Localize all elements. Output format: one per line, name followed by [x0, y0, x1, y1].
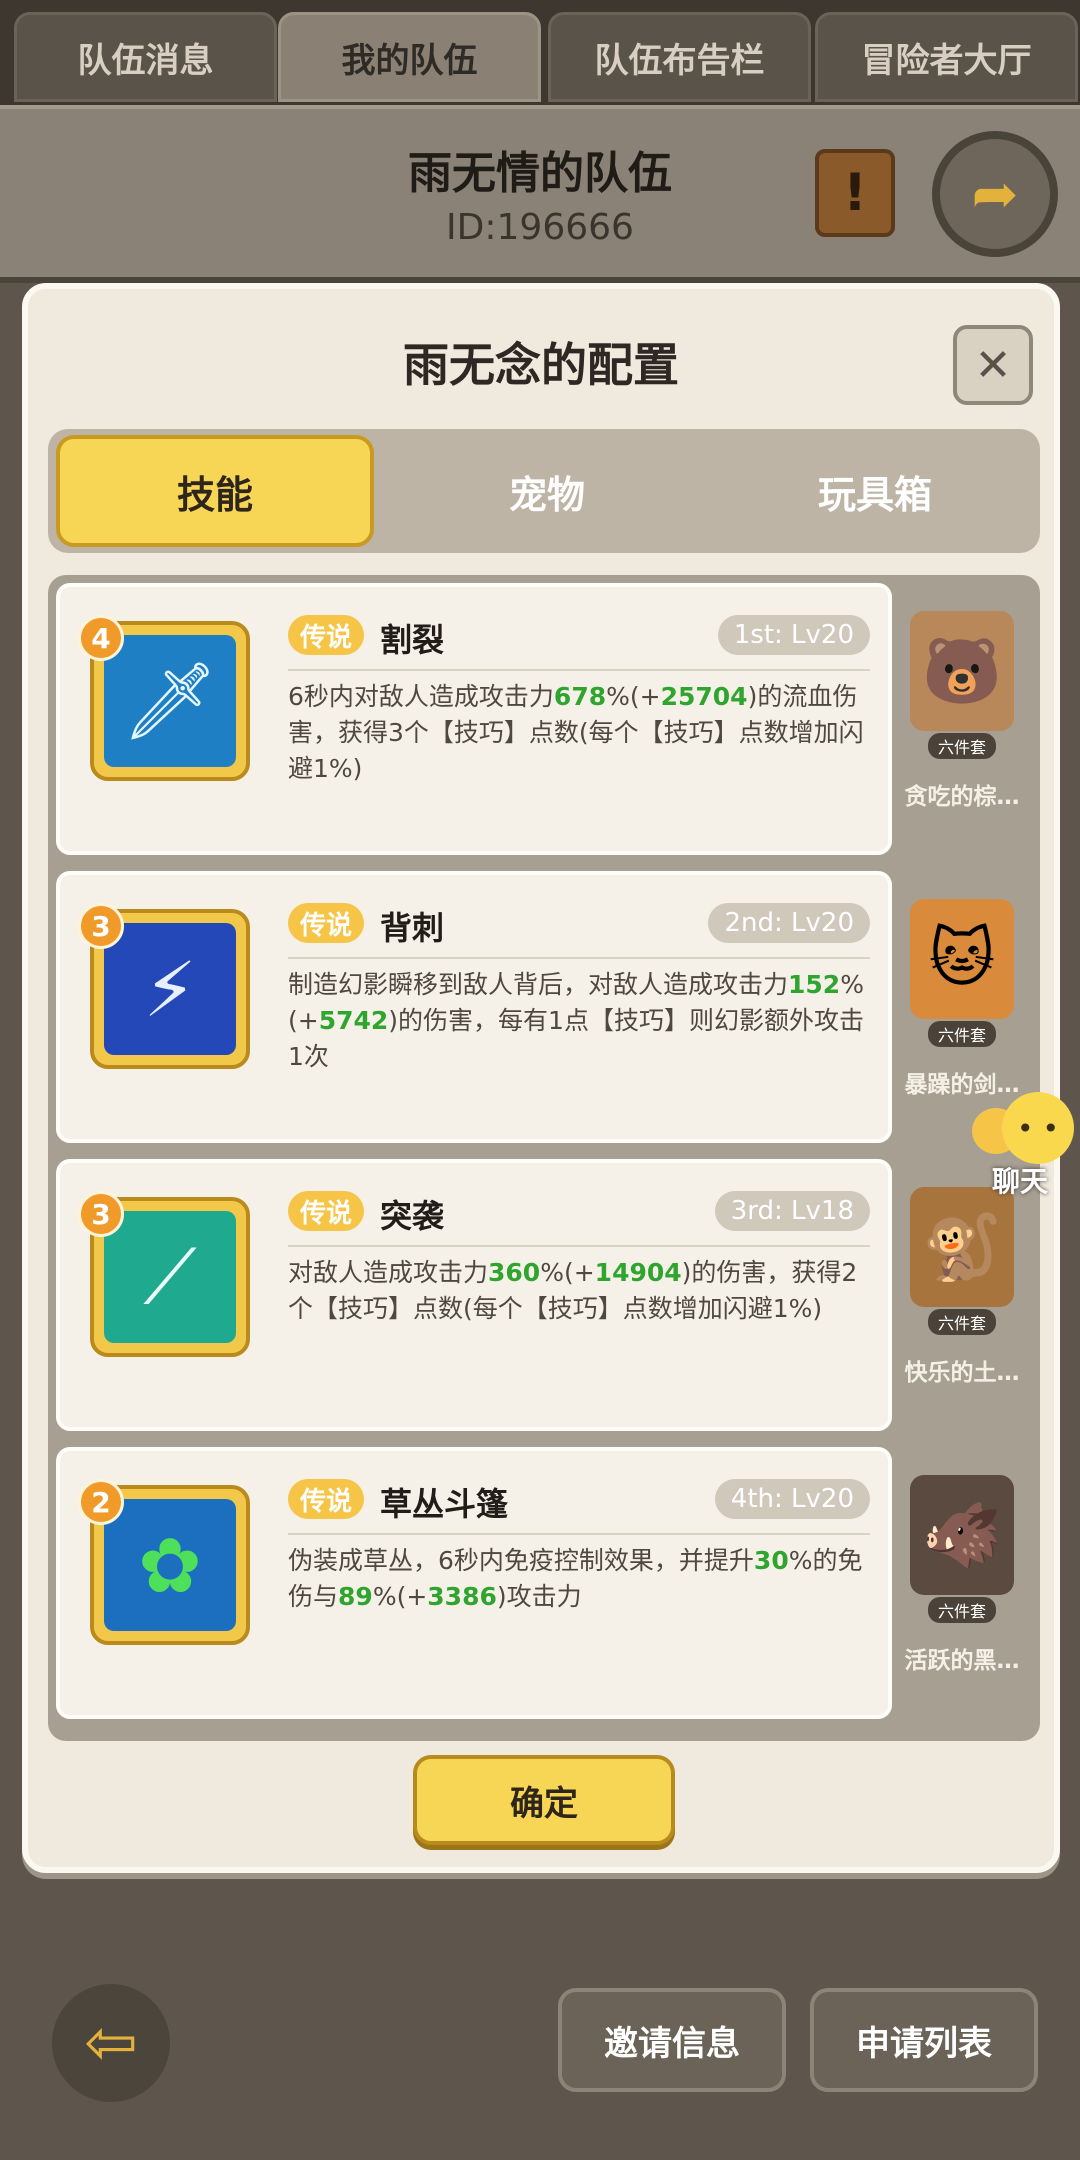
- tab-team-messages[interactable]: 队伍消息: [14, 12, 277, 102]
- skill-level-badge: 3: [78, 1191, 124, 1237]
- chat-face-icon: • •: [1002, 1092, 1074, 1164]
- skill-card[interactable]: ⚡ 3 传说 背刺 2nd: Lv20 制造幻影瞬移到敌人背后，对敌人造成攻击力…: [56, 871, 892, 1143]
- skill-description: 对敌人造成攻击力360%(+14904)的伤害，获得2个【技巧】点数(每个【技巧…: [288, 1255, 874, 1327]
- skill-list: 🗡 4 传说 割裂 1st: Lv20 6秒内对敌人造成攻击力678%(+257…: [48, 575, 1040, 1741]
- divider: [288, 1533, 870, 1535]
- stat-value: 678: [553, 682, 607, 711]
- tab-adventurer-hall[interactable]: 冒险者大厅: [815, 12, 1078, 102]
- backstab-icon: ⚡: [104, 923, 236, 1055]
- skill-description: 制造幻影瞬移到敌人背后，对敌人造成攻击力152%(+5742)的伤害，每有1点【…: [288, 967, 874, 1075]
- stat-value: 5742: [318, 1006, 389, 1035]
- close-icon: ✕: [974, 339, 1012, 391]
- skill-rank: 1st: Lv20: [717, 615, 870, 655]
- skill-description: 伪装成草丛，6秒内免疫控制效果，并提升30%的免伤与89%(+3386)攻击力: [288, 1543, 874, 1615]
- exit-arrow-icon: ➦: [971, 161, 1019, 227]
- pet-set-tag: 六件套: [927, 1309, 996, 1335]
- pet-set-tag: 六件套: [927, 733, 996, 759]
- pet-slot[interactable]: 🐗 六件套 活跃的黑…: [896, 1447, 1028, 1719]
- tab-skills[interactable]: 技能: [56, 435, 374, 547]
- stat-value: 360: [488, 1258, 541, 1287]
- skill-card[interactable]: ⟋ 3 传说 突袭 3rd: Lv18 对敌人造成攻击力360%(+14904)…: [56, 1159, 892, 1431]
- skill-rank: 4th: Lv20: [714, 1479, 870, 1519]
- pet-name: 快乐的土…: [904, 1360, 1020, 1386]
- boar-pet-icon: 🐗: [910, 1475, 1014, 1595]
- stat-value: 3386: [427, 1582, 497, 1611]
- stat-value: 14904: [594, 1258, 682, 1287]
- stat-value: 89: [338, 1582, 373, 1611]
- team-id: ID:196666: [446, 207, 634, 248]
- tab-team-bulletin[interactable]: 队伍布告栏: [548, 12, 811, 102]
- top-tab-bar: 队伍消息 我的队伍 队伍布告栏 冒险者大厅: [0, 0, 1080, 105]
- back-button[interactable]: ⇦: [52, 1984, 170, 2102]
- stat-value: 152: [788, 970, 841, 999]
- tab-my-team[interactable]: 我的队伍: [278, 12, 541, 102]
- pet-set-tag: 六件套: [927, 1597, 996, 1623]
- rarity-badge: 传说: [288, 1191, 365, 1231]
- skill-card[interactable]: 🗡 4 传说 割裂 1st: Lv20 6秒内对敌人造成攻击力678%(+257…: [56, 583, 892, 855]
- confirm-button[interactable]: 确定: [413, 1755, 675, 1845]
- divider: [288, 669, 870, 671]
- skill-level-badge: 4: [78, 615, 124, 661]
- rarity-badge: 传说: [288, 1479, 365, 1519]
- skill-rank: 2nd: Lv20: [708, 903, 870, 943]
- desc-text: 制造幻影瞬移到敌人背后，对敌人造成攻击力: [288, 970, 789, 999]
- invite-info-button[interactable]: 邀请信息: [558, 1988, 786, 2092]
- pet-name: 活跃的黑…: [904, 1648, 1020, 1674]
- divider: [288, 1245, 870, 1247]
- exit-team-button[interactable]: ➦: [932, 131, 1058, 257]
- stat-value: 30: [753, 1546, 789, 1575]
- skill-name: 草丛斗篷: [380, 1485, 509, 1523]
- desc-text: 伪装成草丛，6秒内免疫控制效果，并提升: [288, 1546, 754, 1575]
- monkey-pet-icon: 🐒: [910, 1187, 1014, 1307]
- skill-level-badge: 3: [78, 903, 124, 949]
- team-name: 雨无情的队伍: [408, 148, 672, 199]
- team-header: 雨无情的队伍 ID:196666 ! ➦: [0, 105, 1080, 283]
- tab-toybox[interactable]: 玩具箱: [710, 429, 1040, 553]
- modal-title: 雨无念的配置: [403, 338, 679, 392]
- divider: [288, 957, 870, 959]
- chat-label: 聊天: [992, 1165, 1049, 1198]
- skill-name: 突袭: [380, 1197, 445, 1235]
- desc-text: 对敌人造成攻击力: [288, 1258, 489, 1287]
- bush-cloak-icon: ✿: [104, 1499, 236, 1631]
- cat-pet-icon: 🐱: [910, 899, 1014, 1019]
- back-arrow-icon: ⇦: [84, 2006, 138, 2080]
- pet-set-tag: 六件套: [927, 1021, 996, 1047]
- slash-icon: ⟋: [104, 1211, 236, 1343]
- skill-name: 背刺: [380, 909, 445, 947]
- close-button[interactable]: ✕: [953, 325, 1033, 405]
- config-modal: 雨无念的配置 ✕ 技能 宠物 玩具箱 🗡 4 传说 割裂 1st: Lv20 6…: [22, 283, 1060, 1873]
- skill-level-badge: 2: [78, 1479, 124, 1525]
- rarity-badge: 传说: [288, 615, 365, 655]
- desc-text: %(+: [540, 1258, 595, 1287]
- dagger-icon: 🗡: [104, 635, 236, 767]
- desc-text: 6秒内对敌人造成攻击力: [288, 682, 554, 711]
- desc-text: %(+: [372, 1582, 428, 1611]
- desc-text: %(+: [606, 682, 661, 711]
- tab-pets[interactable]: 宠物: [382, 429, 712, 553]
- pet-slot[interactable]: 🐻 六件套 贪吃的棕…: [896, 583, 1028, 855]
- skill-description: 6秒内对敌人造成攻击力678%(+25704)的流血伤害，获得3个【技巧】点数(…: [288, 679, 874, 787]
- desc-text: )攻击力: [496, 1582, 582, 1611]
- pet-name: 贪吃的棕…: [904, 784, 1020, 810]
- config-tabs: 技能 宠物 玩具箱: [48, 429, 1040, 553]
- skill-name: 割裂: [380, 621, 445, 659]
- chat-button[interactable]: • • 聊天: [972, 1092, 1080, 1198]
- bear-pet-icon: 🐻: [910, 611, 1014, 731]
- rarity-badge: 传说: [288, 903, 365, 943]
- skill-card[interactable]: ✿ 2 传说 草丛斗篷 4th: Lv20 伪装成草丛，6秒内免疫控制效果，并提…: [56, 1447, 892, 1719]
- notice-scroll-icon[interactable]: !: [815, 149, 895, 237]
- stat-value: 25704: [660, 682, 748, 711]
- skill-rank: 3rd: Lv18: [714, 1191, 870, 1231]
- apply-list-button[interactable]: 申请列表: [810, 1988, 1038, 2092]
